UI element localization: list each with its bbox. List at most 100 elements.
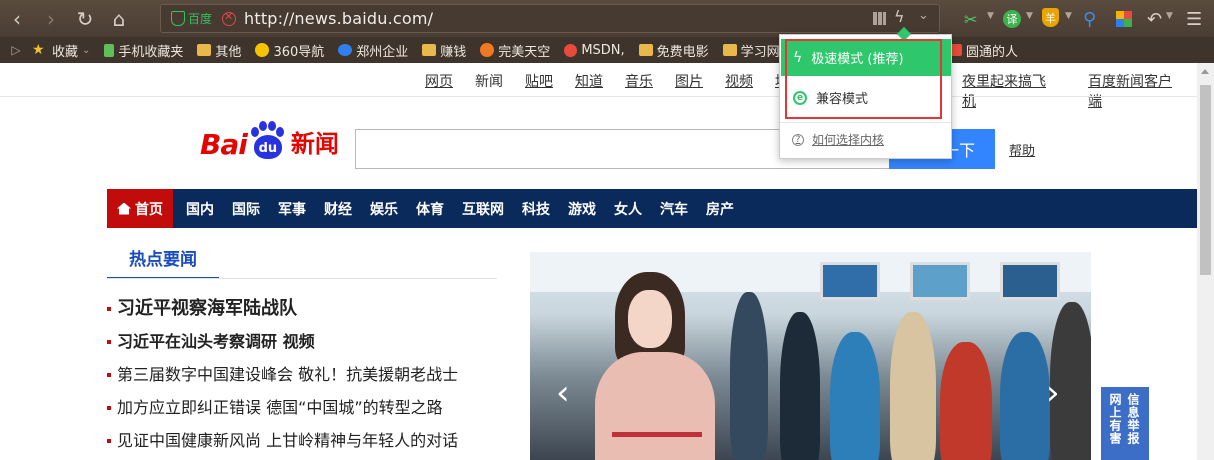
back-button[interactable]: ‹	[0, 0, 34, 37]
topnav-link[interactable]: 贴吧	[525, 71, 553, 91]
bookmark-item[interactable]: 完美天空	[480, 41, 550, 60]
bookmark-item[interactable]: 360导航	[255, 41, 324, 60]
headline-item[interactable]: 见证中国健康新风尚 上甘岭精神与年轻人的对话	[107, 427, 458, 460]
channel-link[interactable]: 国内	[186, 199, 214, 219]
bookmark-label: 免费电影	[656, 44, 709, 60]
sidebar-toggle-icon[interactable]: ▷	[0, 43, 32, 57]
channel-link[interactable]: 财经	[324, 199, 352, 219]
scroll-thumb[interactable]	[1200, 85, 1211, 275]
qr-code-icon[interactable]	[873, 12, 886, 25]
bookmark-label: 赚钱	[440, 44, 467, 60]
carousel-next-arrow[interactable]: ›	[1046, 373, 1060, 413]
bookmark-item[interactable]: MSDN,	[564, 43, 625, 58]
headline-list: 习近平视察海军陆战队 习近平在汕头考察调研 视频 第三届数字中国建设峰会 敬礼！…	[107, 295, 458, 460]
topnav-link[interactable]: 网页	[425, 71, 453, 91]
channel-nav: 首页 国内 国际 军事 财经 娱乐 体育 互联网 科技 游戏 女人 汽车 房产	[107, 189, 1197, 228]
chevron-down-icon[interactable]: ▼	[987, 11, 994, 21]
topnav-link[interactable]: 图片	[675, 71, 703, 91]
apps-icon[interactable]	[1116, 11, 1132, 27]
bookmark-item[interactable]: 免费电影	[638, 41, 709, 60]
logo-news: 新闻	[290, 130, 339, 158]
bookmark-item[interactable]: 其他	[197, 41, 241, 60]
home-icon	[117, 202, 131, 215]
page-scrollbar[interactable]	[1197, 63, 1214, 460]
browser-toolbar: ‹ › ↻ ⌂ 百度 http://news.baidu.com/ ϟ ⌄ ✂ …	[0, 0, 1214, 37]
tab-home[interactable]: 首页	[107, 189, 173, 228]
topnav-link[interactable]: 新闻	[475, 71, 503, 91]
channel-link[interactable]: 互联网	[462, 199, 504, 219]
headline-item[interactable]: 加方应立即纠正错误 德国“中国城”的转型之路	[107, 394, 458, 427]
forward-button[interactable]: ›	[34, 0, 68, 37]
not-secure-icon[interactable]	[222, 10, 237, 26]
bookmark-label: 完美天空	[498, 44, 551, 60]
security-shield-icon[interactable]: 羊	[1042, 8, 1059, 27]
bookmark-label: 其他	[215, 44, 242, 60]
folder-icon	[638, 44, 653, 56]
home-button[interactable]: ⌂	[102, 0, 136, 37]
star-icon: ★	[32, 42, 45, 58]
headline-item[interactable]: 习近平视察海军陆战队	[107, 295, 458, 328]
channel-link[interactable]: 娱乐	[370, 199, 398, 219]
bookmark-item[interactable]: 手机收藏夹	[104, 41, 183, 60]
kernel-mode-bolt-icon[interactable]: ϟ	[894, 7, 905, 26]
kernel-help-link[interactable]: ? 如何选择内核	[792, 131, 884, 148]
carousel-prev-arrow[interactable]: ‹	[556, 373, 570, 413]
channel-link[interactable]: 体育	[416, 199, 444, 219]
help-link[interactable]: 帮助	[1009, 140, 1035, 159]
bookmark-label: 360导航	[273, 44, 325, 60]
chevron-down-icon[interactable]: ▼	[1065, 11, 1072, 21]
report-label-1: 网上有害	[1108, 393, 1122, 445]
bookmark-favorites[interactable]: ★ 收藏 ⌄	[32, 41, 90, 60]
bookmark-label: 手机收藏夹	[118, 44, 184, 60]
channel-link[interactable]: 房产	[706, 199, 734, 219]
headline-item[interactable]: 习近平在汕头考察调研 视频	[107, 328, 458, 361]
channel-link[interactable]: 女人	[614, 199, 642, 219]
phone-icon	[104, 43, 115, 57]
channel-link[interactable]: 科技	[522, 199, 550, 219]
channel-link[interactable]: 汽车	[660, 199, 688, 219]
topnav-link[interactable]: 知道	[575, 71, 603, 91]
chevron-down-icon[interactable]: ⌄	[918, 8, 929, 23]
question-icon: ?	[792, 133, 804, 146]
channel-link[interactable]: 游戏	[568, 199, 596, 219]
top-nav: 网页 新闻 贴吧 知道 音乐 图片 视频 地	[425, 71, 811, 91]
news-photo-carousel[interactable]	[530, 252, 1091, 460]
msdn-icon	[564, 43, 578, 57]
ie-icon	[338, 44, 353, 56]
bookmark-item[interactable]: 郑州企业	[338, 41, 408, 60]
headline-item[interactable]: 第三届数字中国建设峰会 敬礼！抗美援朝老战士	[107, 361, 458, 394]
bookmarks-bar: ▷ ★ 收藏 ⌄ 手机收藏夹 其他 360导航 郑州企业 赚钱 完美天空 MSDN,…	[0, 37, 1214, 63]
top-nav-right: 夜里起来搞飞机 百度新闻客户端	[962, 71, 1214, 111]
translate-icon[interactable]: 译	[1003, 10, 1021, 28]
address-bar[interactable]: 百度 http://news.baidu.com/ ϟ ⌄	[160, 4, 940, 33]
menu-icon[interactable]: ☰	[1186, 8, 1202, 30]
chevron-down-icon[interactable]: ▼	[1166, 11, 1173, 21]
chevron-down-icon: ⌄	[82, 44, 91, 56]
search-icon[interactable]: ⚲	[1083, 8, 1096, 30]
topnav-link[interactable]: 音乐	[625, 71, 653, 91]
hot-news-title[interactable]: 热点要闻	[107, 245, 219, 279]
robot-figure	[590, 272, 720, 460]
news-app-link[interactable]: 百度新闻客户端	[1088, 71, 1182, 111]
user-name-link[interactable]: 夜里起来搞飞机	[962, 71, 1056, 111]
bookmark-label: 郑州企业	[356, 44, 409, 60]
channel-link[interactable]: 军事	[278, 199, 306, 219]
bookmark-item[interactable]: 赚钱	[422, 41, 466, 60]
topnav-link[interactable]: 视频	[725, 71, 753, 91]
bookmark-item[interactable]: 圆通的人	[948, 41, 1018, 60]
scroll-up-arrow[interactable]	[1201, 69, 1209, 74]
fire-icon	[480, 43, 495, 57]
baidu-news-logo[interactable]: Bai du 新闻	[200, 121, 339, 161]
bookmark-label: 收藏	[52, 44, 79, 60]
folder-icon	[722, 44, 737, 56]
folder-icon	[422, 44, 437, 56]
undo-icon[interactable]: ↶	[1147, 8, 1162, 30]
scissors-icon[interactable]: ✂	[964, 8, 977, 30]
reload-button[interactable]: ↻	[68, 0, 102, 37]
channel-link[interactable]: 国际	[232, 199, 260, 219]
logo-bai: Bai	[200, 128, 248, 161]
report-harmful-info-button[interactable]: 网上有害 信息举报	[1101, 387, 1149, 460]
chevron-down-icon[interactable]: ▼	[1026, 11, 1033, 21]
url-text[interactable]: http://news.baidu.com/	[244, 9, 433, 28]
site-verified-badge[interactable]: 百度	[171, 10, 212, 27]
